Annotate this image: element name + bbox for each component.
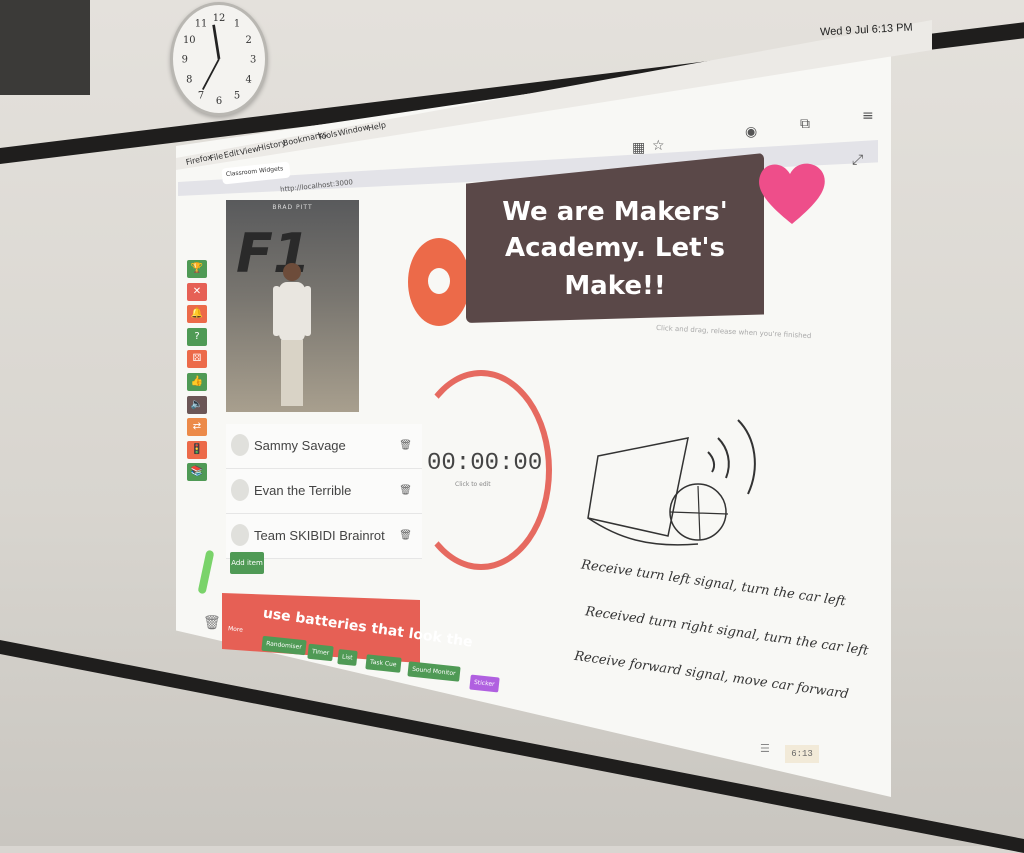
list-item[interactable]: Sammy Savage 🗑 <box>226 424 422 469</box>
list-item-label: Evan the Terrible <box>254 483 352 498</box>
bell-icon[interactable]: 🔔 <box>187 305 207 324</box>
list-item[interactable]: Evan the Terrible 🗑 <box>226 469 422 514</box>
volume-icon[interactable]: 🔈 <box>187 395 207 414</box>
timer-hint: Click to edit <box>455 481 491 488</box>
timer-display[interactable]: 00:00:00 <box>427 450 542 477</box>
list-item-label: Sammy Savage <box>254 438 346 453</box>
toolbar-label: Sound Monitor <box>411 665 456 678</box>
widget-sidebar: 🏆 ✕ 🔔 ? ⚄ 👍 🔈 ⇄ 🚦 📚 <box>187 260 209 486</box>
banner-line: Make!! <box>564 271 666 301</box>
wall-clock: 12 1 2 3 4 5 6 7 8 9 10 11 <box>170 2 268 116</box>
clock-number: 11 <box>195 19 208 30</box>
toolbar-label: More <box>227 625 244 634</box>
fullscreen-icon[interactable]: ⤢ <box>852 152 863 168</box>
person-figure <box>273 263 311 406</box>
banner-line: Academy. Let's <box>505 233 725 263</box>
clock-chip: 6:13 <box>785 745 819 763</box>
puzzle-icon[interactable]: ⧉ <box>800 116 810 132</box>
trash-icon[interactable]: 🗑 <box>399 530 412 541</box>
trash-icon[interactable]: 🗑 <box>399 485 412 496</box>
account-icon[interactable]: ◉ <box>745 124 757 140</box>
swap-icon[interactable]: ⇄ <box>187 418 207 437</box>
clock-number: 10 <box>183 35 196 46</box>
clock-number: 4 <box>246 74 252 85</box>
sketch-drawing[interactable] <box>578 408 788 558</box>
trash-icon[interactable]: 🗑 <box>399 440 412 451</box>
clock-number: 3 <box>250 55 256 66</box>
clock-number: 5 <box>234 91 240 102</box>
avatar <box>231 434 249 456</box>
clock-number: 12 <box>213 13 226 24</box>
makers-logo <box>408 238 470 326</box>
trophy-icon[interactable]: 🏆 <box>187 260 207 278</box>
banner-line: We are Makers' <box>502 197 728 227</box>
ceiling-beam <box>0 0 90 95</box>
list-item-label: Team SKIBIDI Brainrot <box>254 528 385 543</box>
list-widget: Sammy Savage 🗑 Evan the Terrible 🗑 Team … <box>226 424 422 559</box>
clock-number: 7 <box>198 91 204 102</box>
photo-caption: BRAD PITT <box>272 204 313 211</box>
toolbar-label: Sticker <box>473 678 495 689</box>
toolbar-label: Timer <box>311 648 330 657</box>
clock-number: 2 <box>246 35 252 46</box>
photo-widget[interactable]: BRAD PITT F1 <box>226 200 359 412</box>
trash-bin-icon[interactable]: 🗑 <box>203 615 221 631</box>
traffic-icon[interactable]: 🚦 <box>187 440 207 459</box>
bookmark-star-icon[interactable]: ☆ <box>652 138 665 154</box>
clock-number: 8 <box>186 74 192 85</box>
dice-icon[interactable]: ⚄ <box>187 350 207 369</box>
hour-hand <box>212 24 221 60</box>
clock-number: 9 <box>182 55 188 66</box>
avatar <box>231 479 249 501</box>
timer-button[interactable]: Timer <box>307 643 334 662</box>
close-icon[interactable]: ✕ <box>187 282 207 301</box>
tab-title: Classroom Widgets <box>225 165 284 179</box>
book-icon[interactable]: 📚 <box>187 463 207 482</box>
clock-number: 6 <box>216 96 222 107</box>
settings-sliders-icon[interactable]: ☰ <box>760 742 770 755</box>
extensions-icon[interactable]: ▦ <box>632 140 645 156</box>
more-button[interactable]: More <box>223 620 248 639</box>
add-item-button[interactable]: Add item <box>230 552 264 574</box>
question-icon[interactable]: ? <box>187 327 207 346</box>
toolbar-label: Randomiser <box>265 640 303 651</box>
toolbar-label: List <box>341 653 353 662</box>
menu-icon[interactable]: ≡ <box>862 108 874 124</box>
thumbs-up-icon[interactable]: 👍 <box>187 372 207 391</box>
toolbar-label: Task Cue <box>369 658 397 669</box>
list-button[interactable]: List <box>337 649 358 666</box>
minute-hand <box>202 58 220 91</box>
sticker-button[interactable]: Sticker <box>469 674 500 693</box>
heart-sticker[interactable] <box>754 158 830 228</box>
clock-number: 1 <box>234 19 240 30</box>
avatar <box>231 524 249 546</box>
